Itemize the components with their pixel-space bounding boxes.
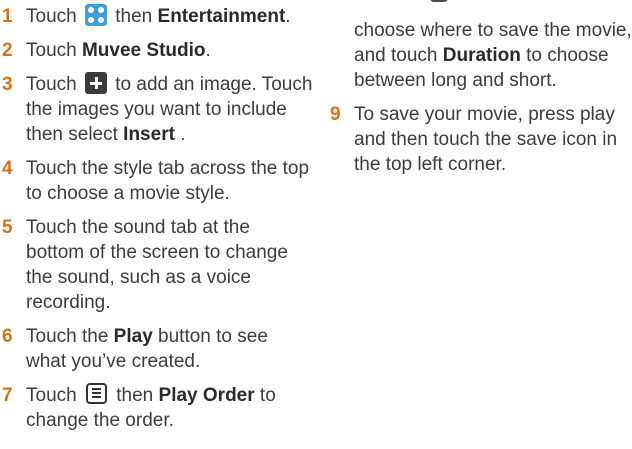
text-run: what you’ve created.	[26, 351, 201, 372]
bold-term: Entertainment	[157, 6, 286, 27]
step-number: 9	[330, 104, 341, 125]
text-run: recording.	[26, 292, 111, 313]
text-line: Touch then Entertainment.	[26, 4, 315, 29]
text-run: .	[285, 6, 291, 27]
text-line: the images you want to include	[26, 97, 315, 122]
text-line: and touch Duration to choose	[354, 43, 628, 68]
text-run: Touch the style tab across the top	[26, 158, 310, 179]
bold-term: Insert	[123, 124, 175, 145]
text-line: then select Insert .	[26, 122, 315, 147]
text-line: Touch then Play Order to	[26, 383, 315, 408]
step-number: 3	[2, 74, 13, 95]
instruction-step: 5 Touch the sound tab at the bottom of the…	[0, 215, 315, 315]
step-number: 5	[2, 217, 13, 238]
text-run: choose where to save the movie,	[354, 20, 632, 41]
text-run: and then touch the save icon in	[354, 129, 618, 150]
text-run: bottom of the screen to change	[26, 242, 288, 263]
text-run: between long and short.	[354, 70, 557, 91]
text-run: to choose a movie style.	[26, 183, 230, 204]
text-run: to choose	[520, 45, 609, 66]
step-number: 2	[2, 40, 13, 61]
text-run: .	[205, 40, 211, 61]
text-run: then	[109, 6, 158, 27]
text-run: Touch	[26, 40, 82, 61]
text-run: Touch	[26, 74, 82, 95]
text-line: Touch the sound tab at the	[26, 215, 315, 240]
text-line: Touch Muvee Studio.	[26, 38, 315, 63]
text-line: between long and short.	[354, 68, 628, 93]
instruction-step: 7 Touch then Play Order to change the orde…	[0, 383, 315, 433]
bold-term: Duration	[442, 45, 521, 66]
text-run: .	[174, 124, 186, 145]
step-number: 6	[2, 326, 13, 347]
text-run: button to see	[152, 326, 268, 347]
continued-step-text: choose where to save the movie, and touch…	[328, 18, 632, 93]
text-run: to add an image. Touch	[109, 74, 313, 95]
right-column: choose where to save the movie, and touch…	[328, 0, 632, 186]
text-run: then select	[26, 124, 124, 145]
text-run: the sound, such as a voice	[26, 267, 251, 288]
step-number: 4	[2, 158, 13, 179]
plus-icon	[84, 72, 107, 94]
text-line: recording.	[26, 290, 315, 315]
text-run: Touch	[26, 6, 82, 27]
text-line: the top left corner.	[354, 152, 628, 177]
menu-icon	[85, 383, 107, 404]
text-line: bottom of the screen to change	[26, 240, 315, 265]
text-run: change the order.	[26, 410, 174, 431]
instruction-step: 6 Touch the Play button to see what you’ve…	[0, 324, 315, 374]
text-line: Touch to add an image. Touch	[26, 72, 315, 97]
bold-term: Play	[113, 326, 153, 347]
instruction-step-continued: choose where to save the movie, and touch…	[328, 18, 632, 93]
text-run: Touch the	[26, 326, 114, 347]
text-line: and then touch the save icon in	[354, 127, 628, 152]
text-run: and touch	[354, 45, 443, 66]
text-line: to choose a movie style.	[26, 181, 315, 206]
instruction-step: 3 Touch to add an image. Touch the images …	[0, 72, 315, 147]
text-run: to	[254, 385, 276, 406]
step-number: 7	[2, 385, 13, 406]
step-number: 1	[2, 6, 13, 27]
instruction-step: 2 Touch Muvee Studio.	[0, 38, 315, 63]
text-line: To save your movie, press play	[354, 102, 628, 127]
text-run: the top left corner.	[354, 154, 507, 175]
text-run: Touch the sound tab at the	[26, 217, 250, 238]
left-column: 1 Touch then Entertainment. 2 Touch Muvee S…	[0, 0, 315, 442]
text-run: then	[110, 385, 159, 406]
text-run: the images you want to include	[26, 99, 287, 120]
text-line: choose where to save the movie,	[354, 18, 632, 43]
right-steps: 9 To save your movie, press play and then …	[328, 102, 628, 177]
text-run: To save your movie, press play	[354, 104, 615, 125]
text-line: the sound, such as a voice	[26, 265, 315, 290]
bold-term: Muvee Studio	[81, 40, 206, 61]
instruction-step: 1 Touch then Entertainment.	[0, 4, 315, 29]
bold-term: Play Order	[158, 385, 255, 406]
instruction-step: 4 Touch the style tab across the top to ch…	[0, 156, 315, 206]
text-line: what you’ve created.	[26, 349, 315, 374]
apps-icon	[84, 4, 107, 26]
text-line: Touch the style tab across the top	[26, 156, 315, 181]
text-run: Touch	[26, 385, 82, 406]
instruction-step: 9 To save your movie, press play and then …	[328, 102, 628, 177]
text-line: change the order.	[26, 408, 315, 433]
text-line: Touch the Play button to see	[26, 324, 315, 349]
